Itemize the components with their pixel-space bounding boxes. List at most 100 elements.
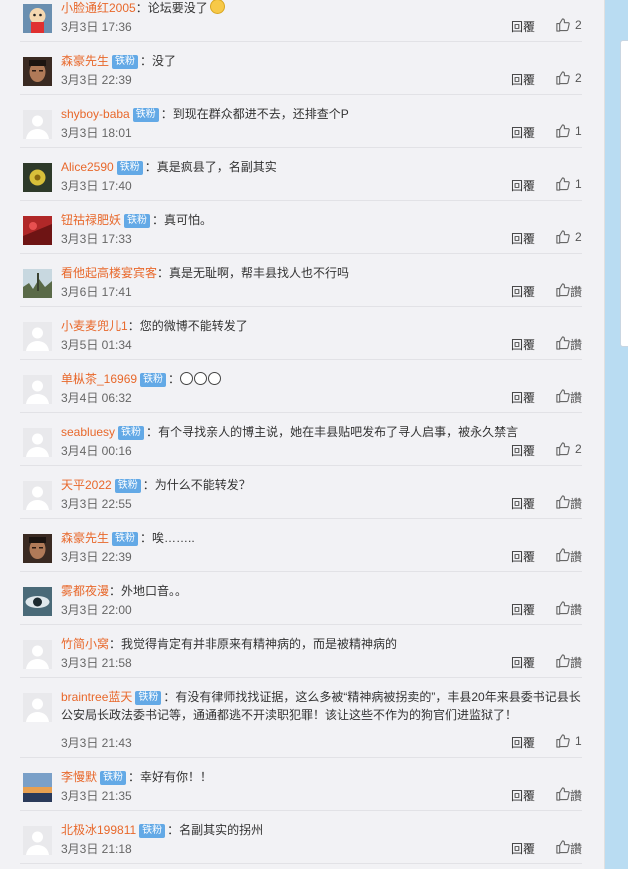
thumbs-up-icon[interactable] (555, 653, 570, 668)
username-link[interactable]: Alice2590 (61, 160, 114, 174)
comment-meta: 3月3日 21:43 回覆 1 (61, 734, 582, 750)
thumbs-up-icon[interactable] (555, 494, 570, 509)
like-count: 讚 (570, 338, 583, 352)
fan-badge[interactable]: 铁粉 (124, 214, 151, 228)
comment-item: 看他起高楼宴宾客：真是无耻啊，帮丰县找人也不行吗 3月6日 17:41 回覆 讚 (20, 254, 582, 307)
reply-button[interactable]: 回覆 (511, 230, 535, 247)
reply-button[interactable]: 回覆 (511, 787, 535, 804)
comment-item: 森豪先生 铁粉 ：没了 3月3日 22:39 回覆 2 (20, 42, 582, 95)
avatar[interactable] (23, 269, 52, 298)
reply-button[interactable]: 回覆 (511, 548, 535, 565)
username-link[interactable]: 小脸通红2005 (61, 1, 136, 15)
colon-separator: ： (140, 54, 153, 68)
reply-button[interactable]: 回覆 (511, 336, 535, 353)
fan-badge[interactable]: 铁粉 (135, 691, 162, 705)
avatar[interactable] (23, 773, 52, 802)
username-link[interactable]: seabluesy (61, 425, 115, 439)
colon-separator: ： (109, 584, 122, 598)
avatar[interactable] (23, 375, 52, 404)
comment-text: 您的微博不能转发了 (139, 319, 248, 333)
reply-button[interactable]: 回覆 (511, 71, 535, 88)
username-link[interactable]: 雾都夜漫 (61, 584, 109, 598)
username-link[interactable]: 看他起高楼宴宾客 (61, 266, 157, 280)
sad-emoji-icon (194, 372, 208, 385)
comment-content: 雾都夜漫：外地口音。。 (61, 582, 582, 600)
fan-badge[interactable]: 铁粉 (139, 824, 166, 838)
avatar[interactable] (23, 428, 52, 457)
avatar-image-icon (23, 693, 52, 722)
fan-badge[interactable]: 铁粉 (112, 55, 139, 69)
thumbs-up-icon[interactable] (555, 786, 570, 801)
thumbs-up-icon[interactable] (555, 388, 570, 403)
like-count: 1 (575, 734, 582, 748)
avatar[interactable] (23, 216, 52, 245)
avatar[interactable] (23, 322, 52, 351)
avatar[interactable] (23, 693, 52, 722)
fan-badge[interactable]: 铁粉 (118, 426, 145, 440)
reply-button[interactable]: 回覆 (511, 840, 535, 857)
avatar[interactable] (23, 587, 52, 616)
username-link[interactable]: braintree蓝天 (61, 690, 132, 704)
reply-button[interactable]: 回覆 (511, 283, 535, 300)
avatar[interactable] (23, 481, 52, 510)
fan-badge[interactable]: 铁粉 (112, 532, 139, 546)
avatar[interactable] (23, 534, 52, 563)
avatar[interactable] (23, 57, 52, 86)
username-link[interactable]: 竹简小窝 (61, 637, 109, 651)
username-link[interactable]: 森豪先生 (61, 531, 109, 545)
reply-button[interactable]: 回覆 (511, 389, 535, 406)
colon-separator: ： (127, 319, 140, 333)
avatar[interactable] (23, 110, 52, 139)
reply-button[interactable]: 回覆 (511, 177, 535, 194)
thumbs-up-icon[interactable] (555, 335, 570, 350)
username-link[interactable]: 天平2022 (61, 478, 112, 492)
colon-separator: ： (135, 1, 148, 15)
comment-content: 小麦麦兜儿1：您的微博不能转发了 (61, 317, 582, 335)
reply-button[interactable]: 回覆 (511, 654, 535, 671)
reply-button[interactable]: 回覆 (511, 734, 535, 751)
thumbs-up-icon[interactable] (555, 441, 570, 456)
reply-button[interactable]: 回覆 (511, 124, 535, 141)
fan-badge[interactable]: 铁粉 (100, 771, 127, 785)
avatar[interactable] (23, 640, 52, 669)
reply-button[interactable]: 回覆 (511, 18, 535, 35)
reply-button[interactable]: 回覆 (511, 495, 535, 512)
comment-content: shyboy-baba 铁粉 ：到现在群众都进不去，还排查个P (61, 105, 582, 123)
comment-text: 唉…….. (152, 531, 195, 545)
fan-badge[interactable]: 铁粉 (116, 161, 143, 175)
thumbs-up-icon[interactable] (555, 17, 570, 32)
thumbs-up-icon[interactable] (555, 176, 570, 191)
username-link[interactable]: 李慢默 (61, 770, 97, 784)
username-link[interactable]: 小麦麦兜儿1 (61, 319, 128, 333)
reply-button[interactable]: 回覆 (511, 442, 535, 459)
colon-separator: ： (157, 266, 170, 280)
comment-item: 李慢默 铁粉 ：幸好有你！！ 3月3日 21:35 回覆 讚 (20, 758, 582, 811)
avatar[interactable] (23, 163, 52, 192)
comment-text: 真是疯县了，名副其实 (156, 160, 277, 174)
username-link[interactable]: 单枞茶_16969 (61, 372, 137, 386)
comment-item: 森豪先生 铁粉 ：唉…….. 3月3日 22:39 回覆 讚 (20, 519, 582, 572)
username-link[interactable]: 北极冰199811 (61, 823, 136, 837)
reply-button[interactable]: 回覆 (511, 601, 535, 618)
username-link[interactable]: 钮祜禄肥妖 (61, 213, 121, 227)
thumbs-up-icon[interactable] (555, 600, 570, 615)
comment-item: 天平2022 铁粉 ：为什么不能转发？ 3月3日 22:55 回覆 讚 (20, 466, 582, 519)
fan-badge[interactable]: 铁粉 (140, 373, 167, 387)
thumbs-up-icon[interactable] (555, 123, 570, 138)
comment-content: 竹简小窝：我觉得肯定有并非原来有精神病的，而是被精神病的 (61, 635, 582, 653)
fan-badge[interactable]: 铁粉 (132, 108, 159, 122)
thumbs-up-icon[interactable] (555, 839, 570, 854)
thumbs-up-icon[interactable] (555, 547, 570, 562)
fan-badge[interactable]: 铁粉 (114, 479, 141, 493)
thumbs-up-icon[interactable] (555, 282, 570, 297)
sidebar-tab[interactable] (620, 40, 628, 347)
comment-meta: 3月3日 21:35 回覆 讚 (61, 787, 582, 803)
username-link[interactable]: 森豪先生 (61, 54, 109, 68)
username-link[interactable]: shyboy-baba (61, 107, 130, 121)
thumbs-up-icon[interactable] (555, 70, 570, 85)
comment-meta: 3月5日 01:34 回覆 讚 (61, 336, 582, 352)
avatar[interactable] (23, 826, 52, 855)
thumbs-up-icon[interactable] (555, 733, 570, 748)
thumbs-up-icon[interactable] (555, 229, 570, 244)
avatar[interactable] (23, 4, 52, 33)
